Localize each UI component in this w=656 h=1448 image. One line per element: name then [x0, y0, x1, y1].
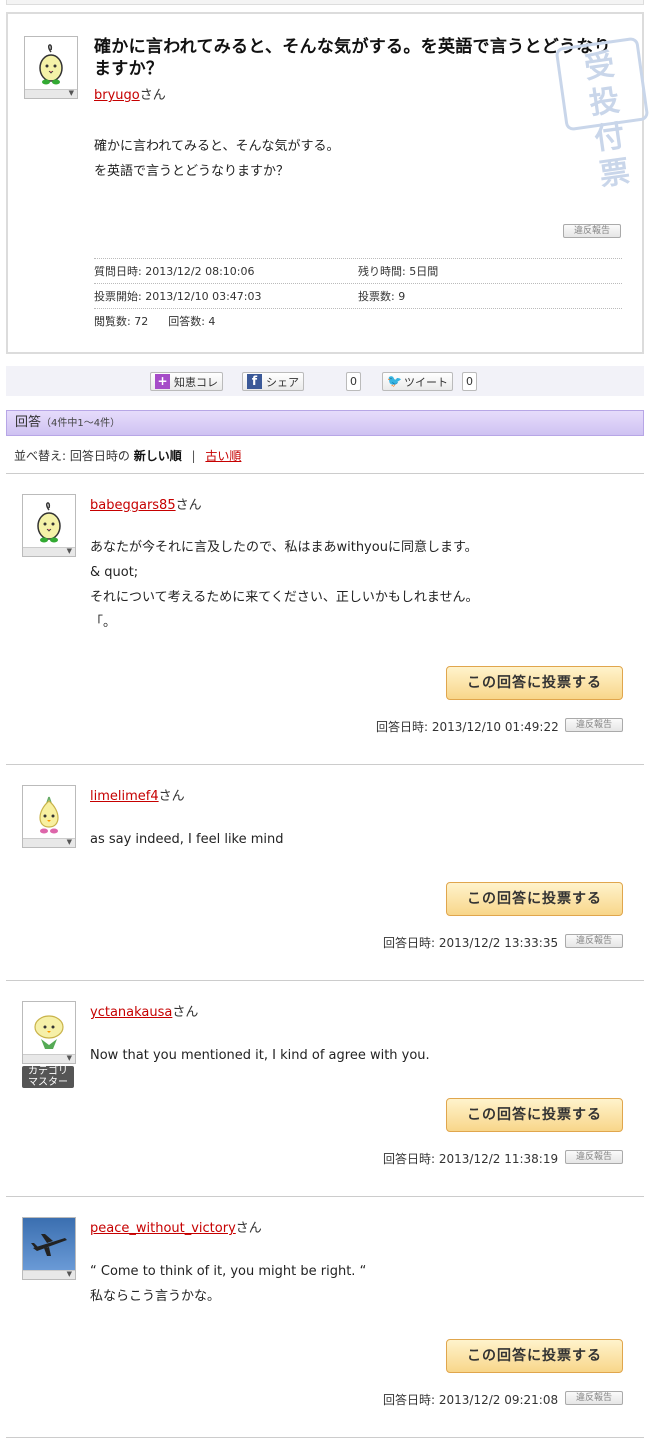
vote-count: 投票数: 9	[358, 290, 406, 303]
answerer-avatar[interactable]: ▼	[22, 1001, 76, 1064]
answer-date: 回答日時: 2013/12/2 11:38:19	[383, 1152, 559, 1166]
question-meta: 質問日時: 2013/12/2 08:10:06 残り時間: 5日間 投票開始:…	[94, 258, 622, 333]
chevron-down-icon: ▼	[66, 547, 72, 555]
answer-date: 回答日時: 2013/12/10 01:49:22	[376, 720, 559, 734]
question-report-button[interactable]: 違反報告	[563, 224, 621, 238]
answer-report-button[interactable]: 違反報告	[565, 1391, 623, 1405]
answerer-avatar[interactable]: ▼	[22, 1217, 76, 1280]
answer-date: 回答日時: 2013/12/2 09:21:08	[383, 1393, 559, 1407]
tweet-count: 0	[462, 372, 477, 391]
airplane-photo-icon	[23, 1218, 75, 1270]
share-bar: + 知恵コレ f シェア 0 🐦 ツイート 0	[6, 366, 644, 396]
avatar-dropdown[interactable]: ▼	[23, 547, 75, 556]
vote-button[interactable]: この回答に投票する	[446, 1098, 623, 1132]
divider	[6, 1196, 644, 1197]
answerer-line: babeggars85さん	[90, 498, 202, 513]
answer-report-button[interactable]: 違反報告	[565, 1150, 623, 1164]
facebook-icon: f	[247, 374, 262, 389]
answer-body: Now that you mentioned it, I kind of agr…	[90, 1048, 430, 1063]
divider	[6, 980, 644, 981]
vote-button[interactable]: この回答に投票する	[446, 666, 623, 700]
answer-body: as say indeed, I feel like mind	[90, 832, 284, 847]
sprout-avatar-icon	[23, 495, 75, 547]
chevron-down-icon: ▼	[66, 1270, 72, 1278]
answerer-line: peace_without_victoryさん	[90, 1221, 262, 1236]
answerer-avatar[interactable]: ▼	[22, 785, 76, 848]
facebook-count: 0	[346, 372, 361, 391]
remaining-time: 残り時間: 5日間	[358, 265, 439, 278]
top-strip	[6, 0, 644, 5]
questioner-avatar[interactable]: ▼	[24, 36, 78, 99]
questioner-line: bryugoさん	[94, 88, 166, 103]
sort-oldest-link[interactable]: 古い順	[205, 449, 241, 463]
answerer-line: yctanakausaさん	[90, 1005, 199, 1020]
answer-body: “ Come to think of it, you might be righ…	[90, 1264, 367, 1304]
answer-body: あなたが今それに言及したので、私はまあwithyouに同意します。 & quot…	[90, 540, 479, 630]
answer-date: 回答日時: 2013/12/2 13:33:35	[383, 936, 559, 950]
tweet-button[interactable]: 🐦 ツイート	[382, 372, 453, 391]
questioner-link[interactable]: bryugo	[94, 88, 140, 103]
vote-start: 投票開始: 2013/12/10 03:47:03	[94, 290, 262, 303]
sort-newest: 新しい順	[133, 449, 182, 463]
onion-avatar-icon	[23, 786, 75, 838]
answerer-link[interactable]: babeggars85	[90, 498, 176, 513]
answers-header: 回答（4件中1〜4件）	[6, 410, 644, 436]
plus-icon: +	[155, 374, 170, 389]
vote-button[interactable]: この回答に投票する	[446, 882, 623, 916]
sprout-avatar-icon	[25, 37, 77, 89]
answer-count: 回答数: 4	[168, 315, 216, 328]
sort-controls: 並べ替え: 回答日時の 新しい順 | 古い順	[14, 449, 242, 463]
chiekore-button[interactable]: + 知恵コレ	[150, 372, 223, 391]
avatar-dropdown[interactable]: ▼	[23, 838, 75, 847]
chevron-down-icon: ▼	[68, 89, 74, 97]
question-body: 確かに言われてみると、そんな気がする。 を英語で言うとどうなりますか？	[94, 139, 340, 179]
answer-report-button[interactable]: 違反報告	[565, 934, 623, 948]
facebook-share-button[interactable]: f シェア	[242, 372, 304, 391]
answerer-link[interactable]: yctanakausa	[90, 1005, 172, 1020]
answerer-link[interactable]: limelimef4	[90, 789, 159, 804]
vote-accepting-stamp: 受投 付票	[554, 36, 650, 193]
divider	[6, 1437, 644, 1438]
asked-date: 質問日時: 2013/12/2 08:10:06	[94, 265, 255, 278]
category-master-badge: カテゴリ マスター	[22, 1066, 74, 1088]
divider	[6, 764, 644, 765]
vote-button[interactable]: この回答に投票する	[446, 1339, 623, 1373]
answerer-avatar[interactable]: ▼	[22, 494, 76, 557]
twitter-bird-icon: 🐦	[387, 374, 402, 388]
question-box: ▼ 確かに言われてみると、そんな気がする。を英語で言うとどうなりますか？ bry…	[6, 12, 650, 354]
answerer-link[interactable]: peace_without_victory	[90, 1221, 236, 1236]
avatar-dropdown[interactable]: ▼	[23, 1054, 75, 1063]
answerer-line: limelimef4さん	[90, 789, 185, 804]
avatar-dropdown[interactable]: ▼	[23, 1270, 75, 1279]
chevron-down-icon: ▼	[66, 838, 72, 846]
mushroom-avatar-icon	[23, 1002, 75, 1054]
answer-report-button[interactable]: 違反報告	[565, 718, 623, 732]
question-title: 確かに言われてみると、そんな気がする。を英語で言うとどうなりますか？	[94, 37, 611, 79]
divider	[6, 473, 644, 474]
view-count: 閲覧数: 72	[94, 315, 149, 328]
avatar-dropdown[interactable]: ▼	[25, 89, 77, 98]
chevron-down-icon: ▼	[66, 1054, 72, 1062]
